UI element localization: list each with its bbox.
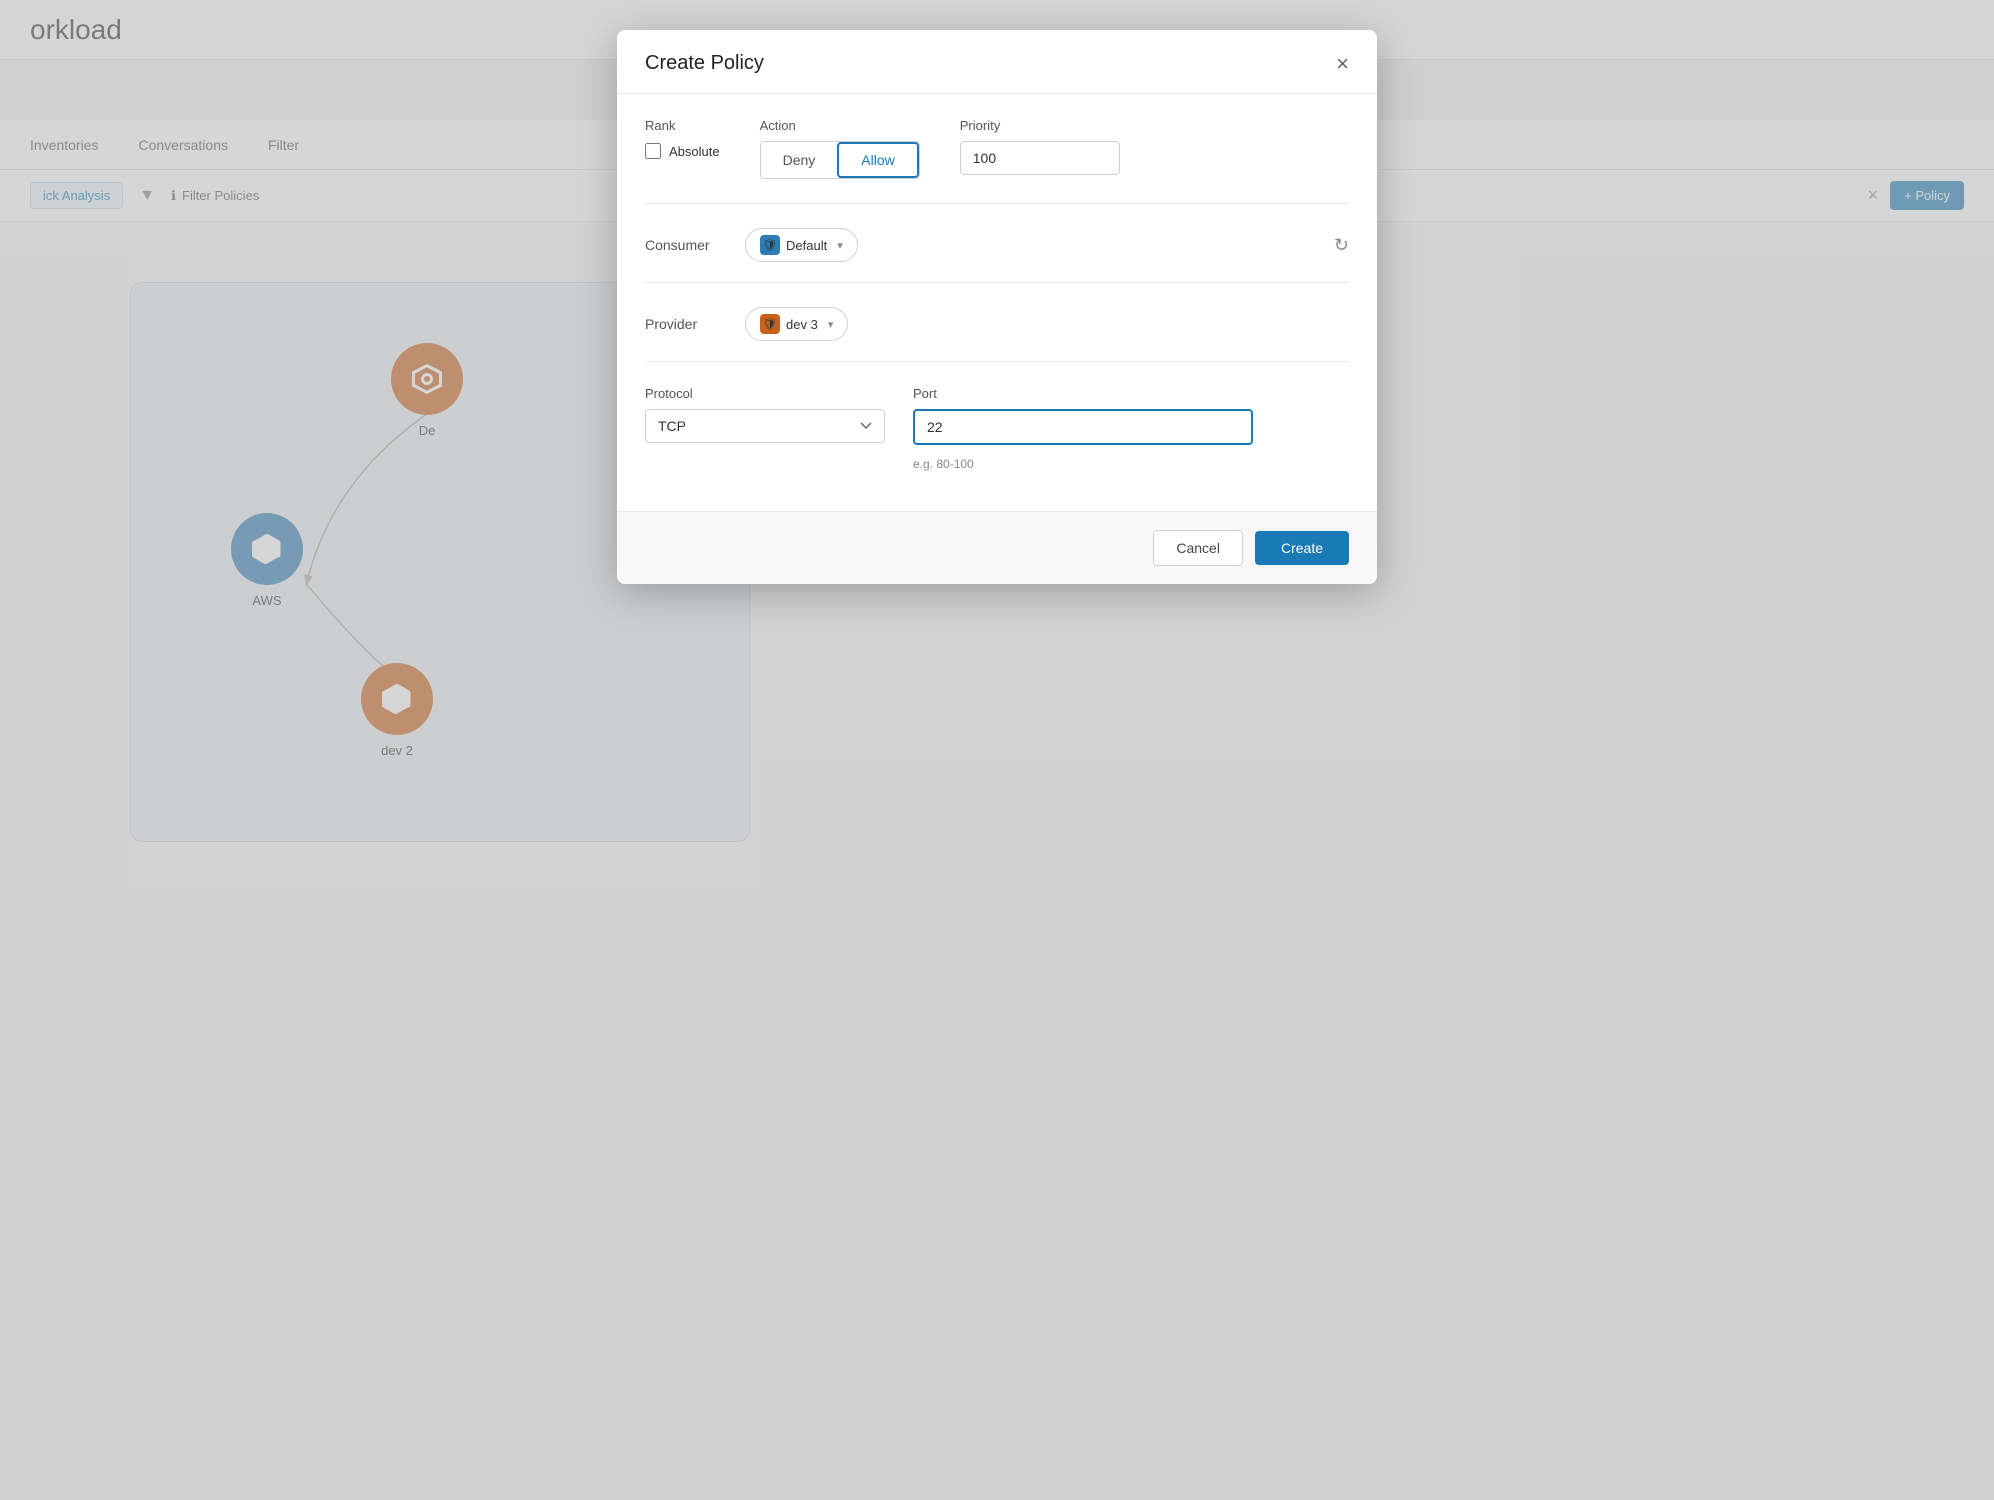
- modal-header: Create Policy ×: [617, 30, 1377, 94]
- priority-label: Priority: [960, 118, 1120, 133]
- consumer-row: Consumer 🛡 Default ▾ ↻: [645, 228, 1349, 262]
- consumer-icon: 🛡: [760, 235, 780, 255]
- deny-button[interactable]: Deny: [761, 142, 838, 178]
- port-input[interactable]: [913, 409, 1253, 445]
- port-group: Port e.g. 80-100: [913, 386, 1253, 471]
- protocol-port-section: Protocol TCP UDP ICMP Any Port e.g. 80-1…: [645, 386, 1349, 471]
- cancel-button[interactable]: Cancel: [1153, 530, 1243, 566]
- protocol-group: Protocol TCP UDP ICMP Any: [645, 386, 885, 471]
- consumer-chevron: ▾: [837, 239, 843, 252]
- modal-overlay: Create Policy × Rank Absolute Action: [0, 0, 1994, 1500]
- consumer-value: Default: [786, 238, 827, 253]
- action-toggle: Deny Allow: [760, 141, 920, 179]
- priority-group: Priority: [960, 118, 1120, 175]
- protocol-label: Protocol: [645, 386, 885, 401]
- create-policy-modal: Create Policy × Rank Absolute Action: [617, 30, 1377, 584]
- consumer-selector[interactable]: 🛡 Default ▾: [745, 228, 858, 262]
- refresh-button[interactable]: ↻: [1334, 235, 1349, 256]
- absolute-label: Absolute: [669, 144, 720, 159]
- create-button[interactable]: Create: [1255, 531, 1349, 565]
- provider-selector[interactable]: 🛡 dev 3 ▾: [745, 307, 848, 341]
- modal-close-button[interactable]: ×: [1336, 53, 1349, 75]
- protocol-select[interactable]: TCP UDP ICMP Any: [645, 409, 885, 443]
- rank-label: Rank: [645, 118, 720, 133]
- divider-3: [645, 361, 1349, 362]
- port-label: Port: [913, 386, 1253, 401]
- allow-button[interactable]: Allow: [837, 142, 918, 178]
- consumer-label: Consumer: [645, 237, 725, 253]
- provider-row: Provider 🛡 dev 3 ▾: [645, 307, 1349, 341]
- absolute-checkbox[interactable]: [645, 143, 661, 159]
- action-label: Action: [760, 118, 920, 133]
- provider-value: dev 3: [786, 317, 818, 332]
- absolute-checkbox-label[interactable]: Absolute: [645, 143, 720, 159]
- provider-icon: 🛡: [760, 314, 780, 334]
- priority-input[interactable]: [960, 141, 1120, 175]
- provider-label: Provider: [645, 316, 725, 332]
- port-hint: e.g. 80-100: [913, 457, 1253, 471]
- action-group: Action Deny Allow: [760, 118, 920, 179]
- modal-footer: Cancel Create: [617, 511, 1377, 584]
- modal-body: Rank Absolute Action Deny Allow: [617, 94, 1377, 511]
- modal-title: Create Policy: [645, 52, 764, 75]
- divider-1: [645, 203, 1349, 204]
- rank-action-priority-row: Rank Absolute Action Deny Allow: [645, 118, 1349, 179]
- rank-group: Rank Absolute: [645, 118, 720, 159]
- provider-chevron: ▾: [828, 318, 834, 331]
- divider-2: [645, 282, 1349, 283]
